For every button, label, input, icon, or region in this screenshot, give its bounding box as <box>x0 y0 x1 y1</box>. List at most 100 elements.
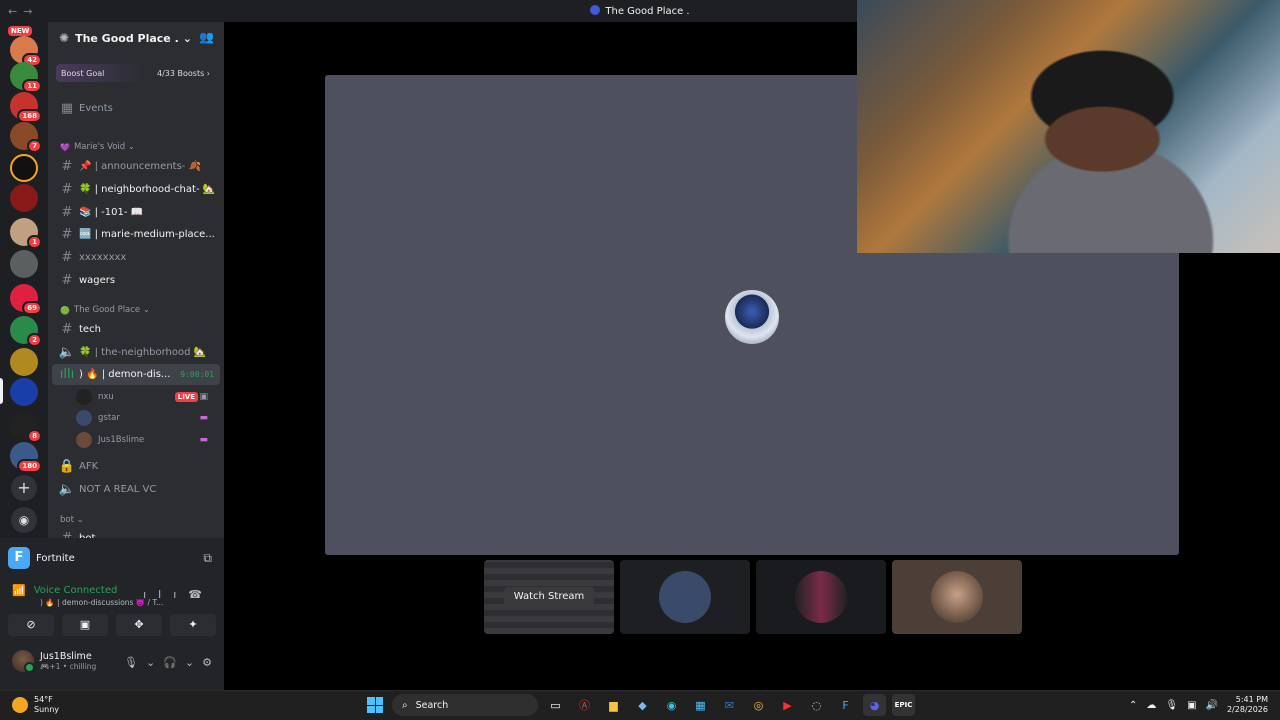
server-icon-7[interactable]: 1 <box>10 218 42 249</box>
headphones-icon[interactable]: 🎧 <box>163 656 177 669</box>
channel-xxxxxxxx[interactable]: # xxxxxxxx <box>52 247 220 268</box>
app-icon-2[interactable]: ◌ <box>805 694 828 716</box>
windows-start-icon[interactable] <box>364 694 386 716</box>
activities-icon[interactable]: ✥ <box>116 614 162 636</box>
hash-icon: # <box>58 531 76 538</box>
server-icon-2[interactable]: 11 <box>10 62 42 93</box>
gear-icon[interactable]: ⚙ <box>202 656 212 669</box>
voice-channel-demon-discussions[interactable]: ıllı) 🔥 | demon-dis... 9:00:01 <box>52 364 220 385</box>
taskbar-apps: ⌕ Search ▭ Ⓐ ▆ ◆ ◉ ▦ ✉ ◎ ▶ ◌ F ◕ EPIC <box>364 694 915 716</box>
back-arrow-icon[interactable]: ← <box>8 5 23 18</box>
category-good-place[interactable]: 🟢 The Good Place ⌄ <box>60 305 150 315</box>
forward-arrow-icon[interactable]: → <box>23 5 38 18</box>
weather-widget[interactable]: 54°F Sunny <box>12 695 59 715</box>
outlook-icon[interactable]: ✉ <box>718 694 741 716</box>
server-icon <box>590 5 601 15</box>
camera-off-icon[interactable]: ⊘ <box>8 614 54 636</box>
hash-icon: # <box>61 250 73 265</box>
noise-suppression-icon[interactable]: ılı <box>143 588 188 601</box>
server-header[interactable]: ✺ The Good Place . ⌄ 👥 <box>48 22 224 54</box>
server-icon-3[interactable]: 168 <box>10 92 42 123</box>
voice-member-nxu[interactable]: nxu LIVE ▣ <box>76 387 216 407</box>
avatar <box>76 432 92 448</box>
channel-tech[interactable]: # tech <box>52 319 220 340</box>
category-bot[interactable]: bot ⌄ <box>60 515 84 525</box>
server-icon-11[interactable] <box>10 348 38 376</box>
fortnite-taskbar-icon[interactable]: F <box>834 694 857 716</box>
channel-announcements[interactable]: # 📌 | announcements- 🍂 <box>52 156 220 177</box>
boost-progress: 4/33 Boosts › <box>156 68 210 78</box>
voice-channel-afk[interactable]: 🔒 AFK <box>52 456 220 477</box>
participant-tile-gstar[interactable] <box>620 560 750 634</box>
edge-icon[interactable]: ◉ <box>660 694 683 716</box>
channel-bot[interactable]: #bot <box>52 528 220 538</box>
clock[interactable]: 5:41 PM 2/28/2026 <box>1227 695 1268 715</box>
voice-member-jus1bslime[interactable]: Jus1Bslime ▬ <box>76 430 216 450</box>
voice-channel-the-neighborhood[interactable]: 🔈 🍀 | the-neighborhood 🏡 <box>52 342 220 363</box>
epic-games-icon[interactable]: EPIC <box>892 694 915 716</box>
server-icon-12[interactable]: 8 <box>10 412 42 443</box>
microphone-icon[interactable]: 🎙 <box>124 656 138 669</box>
server-icon-9[interactable]: 69 <box>10 284 42 315</box>
boost-goal[interactable]: Boost Goal 4/33 Boosts › <box>56 64 216 82</box>
chrome-icon[interactable]: ◎ <box>747 694 770 716</box>
server-icon-13[interactable]: 180 <box>10 442 42 473</box>
mention-badge: 11 <box>22 79 42 93</box>
mention-badge: 1 <box>27 235 42 249</box>
cloud-icon[interactable]: ☁ <box>1146 700 1156 711</box>
server-icon-good-place[interactable] <box>10 378 38 406</box>
voice-connected[interactable]: 📶 Voice Connected <box>12 584 117 597</box>
fortnite-icon: F <box>8 547 30 569</box>
server-icon-10[interactable]: 2 <box>10 316 42 347</box>
server-icon-6[interactable] <box>10 184 38 212</box>
nav-arrows[interactable]: ←→ <box>8 5 38 18</box>
user-panel: F Fortnite ⧉ 📶 Voice Connected ) 🔥 | demo… <box>0 538 224 690</box>
share-screen-icon[interactable]: ⧉ <box>203 551 212 566</box>
chevron-down-icon[interactable]: ⌄ <box>146 656 155 669</box>
youtube-icon[interactable]: ▶ <box>776 694 799 716</box>
discover-icon[interactable]: ◉ <box>11 507 37 533</box>
chevron-down-icon[interactable]: ⌄ <box>185 656 194 669</box>
watch-stream-button[interactable]: Watch Stream <box>504 587 594 607</box>
store-icon[interactable]: ▦ <box>689 694 712 716</box>
channel-101[interactable]: # 📚 | -101- 📖 <box>52 202 220 223</box>
taskbar-search[interactable]: ⌕ Search <box>392 694 538 716</box>
events-item[interactable]: ▦ Events <box>52 98 220 119</box>
channel-neighborhood-chat[interactable]: # 🍀 | neighborhood-chat- 🏡 <box>52 179 220 200</box>
mic-tray-icon[interactable]: 🎙 <box>1165 700 1178 711</box>
hash-icon: # <box>61 227 73 242</box>
server-icon-8[interactable] <box>10 250 38 278</box>
copilot-icon[interactable]: ◆ <box>631 694 654 716</box>
avatar <box>659 571 711 623</box>
soundboard-icon[interactable]: ✦ <box>170 614 216 636</box>
stream-tile[interactable]: Watch Stream <box>484 560 614 634</box>
file-explorer-icon[interactable]: ▆ <box>602 694 625 716</box>
channel-marie-medium-place[interactable]: # 🆒 | marie-medium-place... <box>52 224 220 245</box>
server-icon-5[interactable] <box>10 154 38 182</box>
app-icon[interactable]: Ⓐ <box>573 694 596 716</box>
participant-tile-jus1bslime[interactable] <box>892 560 1022 634</box>
voice-member-gstar[interactable]: gstar ▬ <box>76 408 216 428</box>
activity-status[interactable]: F Fortnite ⧉ <box>8 546 216 570</box>
invite-icon[interactable]: 👥 <box>199 30 214 44</box>
chevron-down-icon: ⌄ <box>182 31 192 45</box>
avatar <box>931 571 983 623</box>
voice-channel-not-a-real-vc[interactable]: 🔈 NOT A REAL VC <box>52 479 220 500</box>
server-icon-4[interactable]: 7 <box>10 122 42 153</box>
volume-icon[interactable]: 🔊 <box>1206 700 1218 711</box>
server-icon-1[interactable]: NEW 42 <box>8 26 42 67</box>
add-server-icon[interactable]: + <box>11 475 37 501</box>
server-gear-icon: ✺ <box>59 31 70 45</box>
network-icon[interactable]: ▣ <box>1187 700 1196 711</box>
chevron-up-icon[interactable]: ⌃ <box>1129 700 1137 711</box>
screen-icon: ▣ <box>199 392 208 402</box>
disconnect-icon[interactable]: ☎ <box>188 588 214 601</box>
channel-wagers[interactable]: # wagers <box>52 270 220 291</box>
task-view-icon[interactable]: ▭ <box>544 694 567 716</box>
participant-tile-3[interactable] <box>756 560 886 634</box>
username: Jus1Bslime <box>40 651 92 662</box>
discord-icon[interactable]: ◕ <box>863 694 886 716</box>
current-user[interactable]: Jus1Bslime 🎮+1 • chilling <box>12 650 96 673</box>
category-maries-void[interactable]: 💜 Marie's Void ⌄ <box>60 142 135 152</box>
screen-share-icon[interactable]: ▣ <box>62 614 108 636</box>
